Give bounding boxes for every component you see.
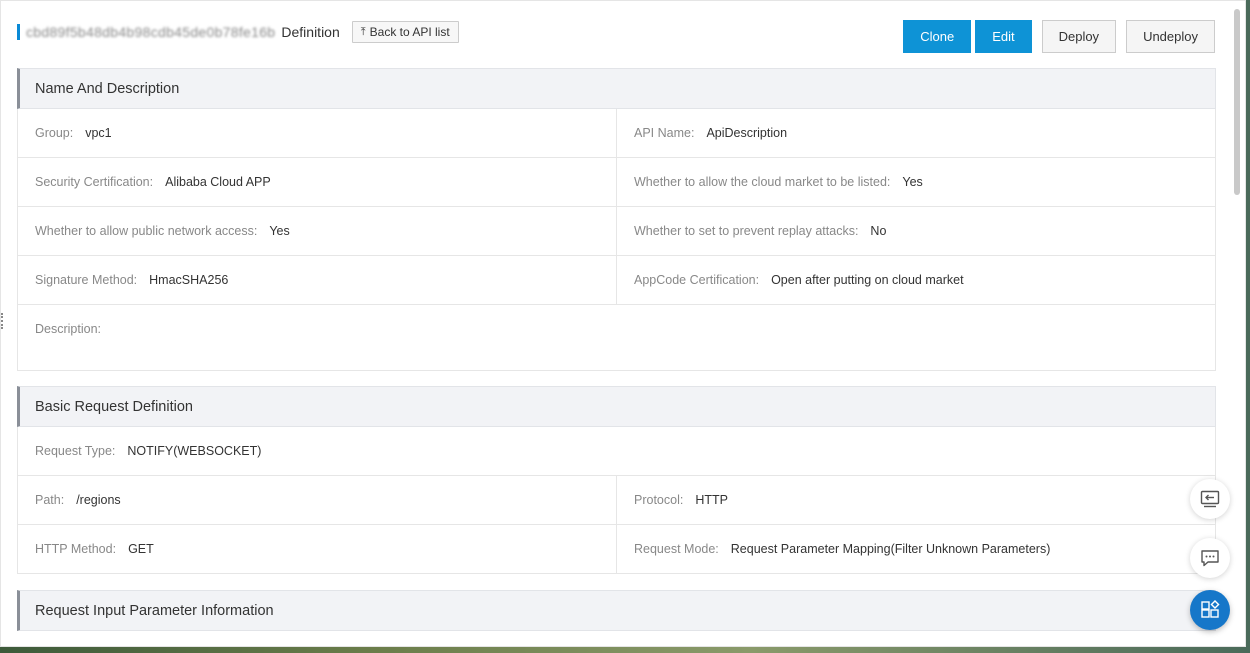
table-row: Description: <box>17 305 1216 371</box>
security-label: Security Certification: <box>35 175 154 189</box>
name-and-description-section: Name And Description Group: vpc1 API Nam… <box>17 68 1216 371</box>
table-row: Signature Method: HmacSHA256 AppCode Cer… <box>17 256 1216 305</box>
description-label: Description: <box>35 322 101 336</box>
replay-label: Whether to set to prevent replay attacks… <box>634 224 859 238</box>
section-title: Request Input Parameter Information <box>17 590 1216 631</box>
path-cell: Path: /regions <box>18 476 616 524</box>
group-value: vpc1 <box>85 126 112 140</box>
appcode-value: Open after putting on cloud market <box>771 273 964 287</box>
table-row: Security Certification: Alibaba Cloud AP… <box>17 158 1216 207</box>
collapse-panel-icon <box>1200 490 1220 508</box>
replay-cell: Whether to set to prevent replay attacks… <box>616 207 1215 255</box>
chat-icon <box>1201 550 1219 567</box>
back-arrow-icon: ⤒ <box>360 25 366 38</box>
group-cell: Group: vpc1 <box>18 109 616 157</box>
table-row: Whether to allow public network access: … <box>17 207 1216 256</box>
undeploy-button[interactable]: Undeploy <box>1126 20 1215 53</box>
description-cell: Description: <box>18 305 1215 336</box>
signature-value: HmacSHA256 <box>149 273 229 287</box>
api-name-cell: API Name: ApiDescription <box>616 109 1215 157</box>
market-cell: Whether to allow the cloud market to be … <box>616 158 1215 206</box>
table-row: Group: vpc1 API Name: ApiDescription <box>17 109 1216 158</box>
http-method-value: GET <box>128 542 154 556</box>
table-row: Request Type: NOTIFY(WEBSOCKET) <box>17 427 1216 476</box>
basic-request-definition-section: Basic Request Definition Request Type: N… <box>17 386 1216 574</box>
appcode-label: AppCode Certification: <box>634 273 760 287</box>
back-label: Back to API list <box>369 25 450 39</box>
collapse-panel-button[interactable] <box>1190 479 1230 519</box>
section-title: Basic Request Definition <box>17 386 1216 427</box>
request-type-value: NOTIFY(WEBSOCKET) <box>127 444 262 458</box>
drag-handle[interactable] <box>1 313 4 329</box>
signature-label: Signature Method: <box>35 273 138 287</box>
protocol-label: Protocol: <box>634 493 684 507</box>
market-label: Whether to allow the cloud market to be … <box>634 175 891 189</box>
header-bar: cbd89f5b48db4b98cdb45de0b78fe16b Definit… <box>17 17 1215 57</box>
security-cell: Security Certification: Alibaba Cloud AP… <box>18 158 616 206</box>
chat-button[interactable] <box>1190 538 1230 578</box>
request-mode-value: Request Parameter Mapping(Filter Unknown… <box>730 542 1051 556</box>
request-mode-cell: Request Mode: Request Parameter Mapping(… <box>616 525 1215 573</box>
title-suffix: Definition <box>281 24 340 40</box>
protocol-cell: Protocol: HTTP <box>616 476 1215 524</box>
security-value: Alibaba Cloud APP <box>165 175 271 189</box>
appcode-cell: AppCode Certification: Open after puttin… <box>616 256 1215 304</box>
request-type-label: Request Type: <box>35 444 116 458</box>
public-access-label: Whether to allow public network access: <box>35 224 258 238</box>
api-definition-window: cbd89f5b48db4b98cdb45de0b78fe16b Definit… <box>0 0 1246 647</box>
signature-cell: Signature Method: HmacSHA256 <box>18 256 616 304</box>
table-row: HTTP Method: GET Request Mode: Request P… <box>17 525 1216 574</box>
table-row: Path: /regions Protocol: HTTP <box>17 476 1216 525</box>
title-accent <box>17 24 20 40</box>
api-id-text: cbd89f5b48db4b98cdb45de0b78fe16b <box>26 24 276 40</box>
api-name-label: API Name: <box>634 126 695 140</box>
request-mode-label: Request Mode: <box>634 542 719 556</box>
scrollbar-thumb[interactable] <box>1234 9 1240 195</box>
action-buttons: Clone Edit Deploy Undeploy <box>903 20 1215 53</box>
page-title: cbd89f5b48db4b98cdb45de0b78fe16b Definit… <box>17 21 459 43</box>
public-access-value: Yes <box>269 224 290 238</box>
apps-icon <box>1201 600 1220 618</box>
request-input-parameter-section: Request Input Parameter Information <box>17 590 1216 631</box>
back-to-api-list-button[interactable]: ⤒ Back to API list <box>351 21 459 43</box>
path-label: Path: <box>35 493 65 507</box>
api-name-value: ApiDescription <box>706 126 788 140</box>
protocol-value: HTTP <box>695 493 728 507</box>
http-method-cell: HTTP Method: GET <box>18 525 616 573</box>
path-value: /regions <box>76 493 121 507</box>
public-access-cell: Whether to allow public network access: … <box>18 207 616 255</box>
replay-value: No <box>870 224 887 238</box>
edit-button[interactable]: Edit <box>975 20 1032 53</box>
group-label: Group: <box>35 126 74 140</box>
clone-button[interactable]: Clone <box>903 20 972 53</box>
section-title: Name And Description <box>17 68 1216 109</box>
request-type-cell: Request Type: NOTIFY(WEBSOCKET) <box>18 427 1215 475</box>
http-method-label: HTTP Method: <box>35 542 117 556</box>
market-value: Yes <box>902 175 923 189</box>
apps-button[interactable] <box>1190 590 1230 630</box>
deploy-button[interactable]: Deploy <box>1041 20 1117 53</box>
